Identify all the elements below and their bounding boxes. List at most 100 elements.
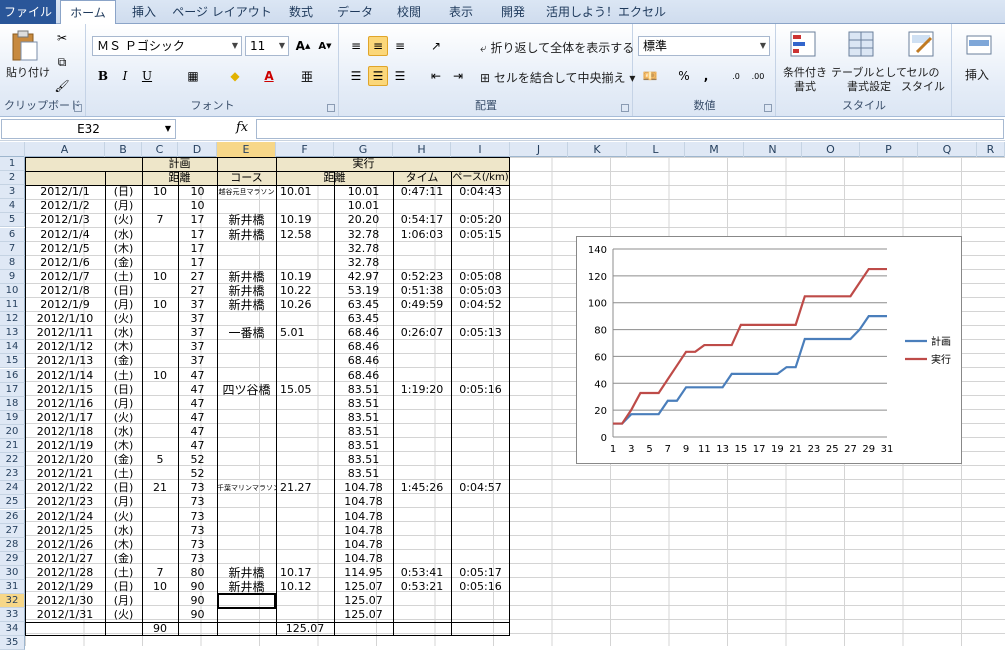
plan-cumulative-cell[interactable]: 52 xyxy=(178,467,217,481)
total-actual-cell[interactable]: 125.07 xyxy=(276,622,334,636)
time-cell[interactable] xyxy=(393,425,451,439)
comma-button[interactable]: , xyxy=(696,66,716,86)
header-blank[interactable] xyxy=(25,157,142,171)
plan-distance-cell[interactable] xyxy=(142,326,178,340)
time-cell[interactable] xyxy=(393,594,451,608)
pace-cell[interactable] xyxy=(451,524,510,538)
date-cell[interactable]: 2012/1/30 xyxy=(25,594,105,608)
plan-distance-cell[interactable] xyxy=(142,228,178,242)
actual-cumulative-cell[interactable]: 68.46 xyxy=(334,369,393,383)
plan-distance-cell[interactable] xyxy=(142,439,178,453)
increase-indent-icon[interactable]: ⇥ xyxy=(448,66,468,86)
actual-distance-cell[interactable] xyxy=(276,340,334,354)
tab-page-layout[interactable]: ページ レイアウト xyxy=(172,0,272,24)
actual-distance-cell[interactable]: 10.22 xyxy=(276,284,334,298)
weekday-cell[interactable]: (木) xyxy=(105,439,142,453)
course-cell[interactable] xyxy=(217,340,276,354)
course-cell[interactable] xyxy=(217,354,276,368)
plan-cumulative-cell[interactable]: 47 xyxy=(178,425,217,439)
actual-distance-cell[interactable]: 10.19 xyxy=(276,270,334,284)
time-cell[interactable]: 0:53:21 xyxy=(393,580,451,594)
weekday-cell[interactable]: (日) xyxy=(105,185,142,199)
line-chart[interactable]: 0 20 40 60 80 100 120 140 1 3 5 7 9 11 13 15 17 19 21 23 25 2… xyxy=(576,236,962,464)
row-header-35[interactable]: 35 xyxy=(0,636,25,650)
row-header-27[interactable]: 27 xyxy=(0,523,25,538)
actual-distance-cell[interactable] xyxy=(276,608,334,622)
actual-cumulative-cell[interactable]: 32.78 xyxy=(334,242,393,256)
pace-cell[interactable] xyxy=(451,510,510,524)
plan-distance-cell[interactable] xyxy=(142,608,178,622)
plan-cumulative-cell[interactable]: 37 xyxy=(178,298,217,312)
column-header-n[interactable]: N xyxy=(744,142,802,157)
pace-cell[interactable] xyxy=(451,538,510,552)
weekday-cell[interactable]: (月) xyxy=(105,397,142,411)
time-cell[interactable]: 0:53:41 xyxy=(393,566,451,580)
pace-cell[interactable]: 0:05:16 xyxy=(451,383,510,397)
plan-cumulative-cell[interactable]: 17 xyxy=(178,256,217,270)
align-left-icon[interactable]: ☰ xyxy=(346,66,366,86)
row-header-6[interactable]: 6 xyxy=(0,227,25,242)
actual-distance-cell[interactable]: 10.01 xyxy=(276,185,334,199)
plan-distance-cell[interactable] xyxy=(142,538,178,552)
row-header-21[interactable]: 21 xyxy=(0,439,25,453)
plan-cumulative-cell[interactable]: 47 xyxy=(178,369,217,383)
align-bottom-icon[interactable]: ≡ xyxy=(390,36,410,56)
actual-distance-cell[interactable] xyxy=(276,467,334,481)
row-header-3[interactable]: 3 xyxy=(0,185,25,200)
plan-cumulative-cell[interactable]: 27 xyxy=(178,284,217,298)
tab-katsuyou[interactable]: 活用しよう！エクセル xyxy=(546,0,666,24)
weekday-cell[interactable]: (日) xyxy=(105,383,142,397)
actual-cumulative-cell[interactable]: 104.78 xyxy=(334,510,393,524)
course-cell[interactable] xyxy=(217,439,276,453)
course-cell[interactable]: 一番橋 xyxy=(217,326,276,340)
time-cell[interactable]: 1:06:03 xyxy=(393,228,451,242)
row-header-23[interactable]: 23 xyxy=(0,467,25,482)
italic-button[interactable]: I xyxy=(115,66,135,86)
row-header-16[interactable]: 16 xyxy=(0,368,25,383)
actual-distance-cell[interactable]: 10.12 xyxy=(276,580,334,594)
course-cell[interactable]: 新井橋 xyxy=(217,566,276,580)
clipboard-launcher-icon[interactable] xyxy=(74,104,82,112)
date-cell[interactable]: 2012/1/1 xyxy=(25,185,105,199)
weekday-cell[interactable]: (水) xyxy=(105,524,142,538)
actual-cumulative-cell[interactable]: 104.78 xyxy=(334,552,393,566)
header-keikaku[interactable]: 計画 xyxy=(142,157,217,171)
actual-cumulative-cell[interactable]: 83.51 xyxy=(334,453,393,467)
pace-cell[interactable]: 0:04:57 xyxy=(451,481,510,495)
pace-cell[interactable]: 0:05:15 xyxy=(451,228,510,242)
weekday-cell[interactable]: (日) xyxy=(105,580,142,594)
actual-cumulative-cell[interactable]: 68.46 xyxy=(334,340,393,354)
date-cell[interactable]: 2012/1/24 xyxy=(25,510,105,524)
column-header-m[interactable]: M xyxy=(685,142,744,157)
actual-cumulative-cell[interactable]: 125.07 xyxy=(334,594,393,608)
column-header-r[interactable]: R xyxy=(977,142,1005,157)
pace-cell[interactable]: 0:04:52 xyxy=(451,298,510,312)
tab-view[interactable]: 表示 xyxy=(438,0,484,24)
cut-icon[interactable]: ✂ xyxy=(52,28,72,48)
plan-cumulative-cell[interactable]: 27 xyxy=(178,270,217,284)
column-header-p[interactable]: P xyxy=(860,142,918,157)
decrease-decimal-icon[interactable]: .00 xyxy=(748,66,768,86)
actual-distance-cell[interactable]: 21.27 xyxy=(276,481,334,495)
actual-distance-cell[interactable] xyxy=(276,510,334,524)
pace-cell[interactable]: 0:04:43 xyxy=(451,185,510,199)
shrink-font-icon[interactable]: A ▼ xyxy=(315,36,335,56)
row-header-4[interactable]: 4 xyxy=(0,199,25,214)
fill-color-icon[interactable]: ◆ xyxy=(225,66,245,86)
plan-cumulative-cell[interactable]: 73 xyxy=(178,524,217,538)
actual-distance-cell[interactable] xyxy=(276,594,334,608)
plan-distance-cell[interactable] xyxy=(142,242,178,256)
time-cell[interactable] xyxy=(393,552,451,566)
header-pace[interactable]: ペース(/km) xyxy=(451,171,510,186)
row-header-8[interactable]: 8 xyxy=(0,255,25,270)
pace-cell[interactable]: 0:05:13 xyxy=(451,326,510,340)
font-name-combo[interactable]: ＭＳ Ｐゴシック ▼ xyxy=(92,36,242,56)
time-cell[interactable] xyxy=(393,495,451,509)
actual-distance-cell[interactable] xyxy=(276,354,334,368)
weekday-cell[interactable]: (月) xyxy=(105,495,142,509)
course-cell[interactable] xyxy=(217,369,276,383)
plan-distance-cell[interactable] xyxy=(142,467,178,481)
column-header-j[interactable]: J xyxy=(510,142,568,157)
date-cell[interactable]: 2012/1/31 xyxy=(25,608,105,622)
actual-distance-cell[interactable] xyxy=(276,256,334,270)
